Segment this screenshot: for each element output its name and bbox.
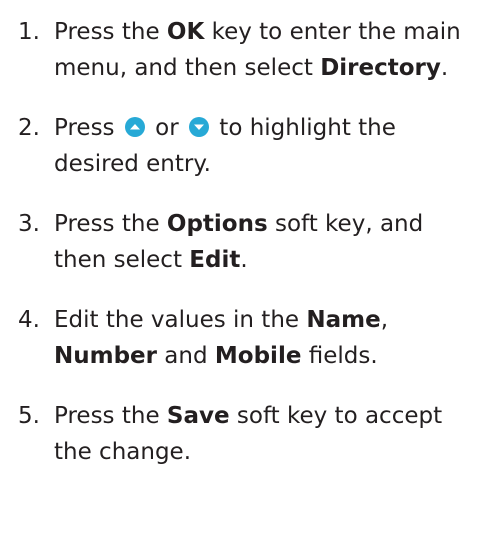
step-5: 5. Press the Save soft key to accept the… [18, 398, 468, 470]
options-key-label: Options [166, 211, 268, 237]
step-2: 2. Press or to highlight the desired ent… [18, 110, 468, 182]
step-number: 4. [18, 307, 40, 333]
arrow-up-key-icon [124, 116, 146, 138]
step-text: . [440, 55, 449, 81]
step-1: 1. Press the OK key to enter the main me… [18, 14, 468, 86]
step-number: 1. [18, 19, 40, 45]
step-4: 4. Edit the values in the Name, Number a… [18, 302, 468, 374]
step-number: 3. [18, 211, 40, 237]
step-text: Press the [54, 403, 167, 429]
directory-label: Directory [320, 55, 441, 81]
number-field-label: Number [54, 343, 157, 369]
step-text: Press [54, 115, 122, 141]
mobile-field-label: Mobile [214, 343, 302, 369]
step-number: 5. [18, 403, 40, 429]
ok-key-label: OK [166, 19, 205, 45]
arrow-down-key-icon [188, 116, 210, 138]
edit-label: Edit [189, 247, 241, 273]
name-field-label: Name [306, 307, 381, 333]
step-text: and [157, 343, 215, 369]
step-3: 3. Press the Options soft key, and then … [18, 206, 468, 278]
step-text: Edit the values in the [54, 307, 307, 333]
step-text: . [240, 247, 248, 273]
step-text: Press the [54, 211, 167, 237]
instruction-steps: 1. Press the OK key to enter the main me… [0, 0, 488, 494]
step-text: , [380, 307, 389, 333]
step-number: 2. [18, 115, 40, 141]
step-text: fields. [301, 343, 378, 369]
step-text: Press the [54, 19, 167, 45]
save-key-label: Save [166, 403, 230, 429]
step-text: or [147, 115, 186, 141]
